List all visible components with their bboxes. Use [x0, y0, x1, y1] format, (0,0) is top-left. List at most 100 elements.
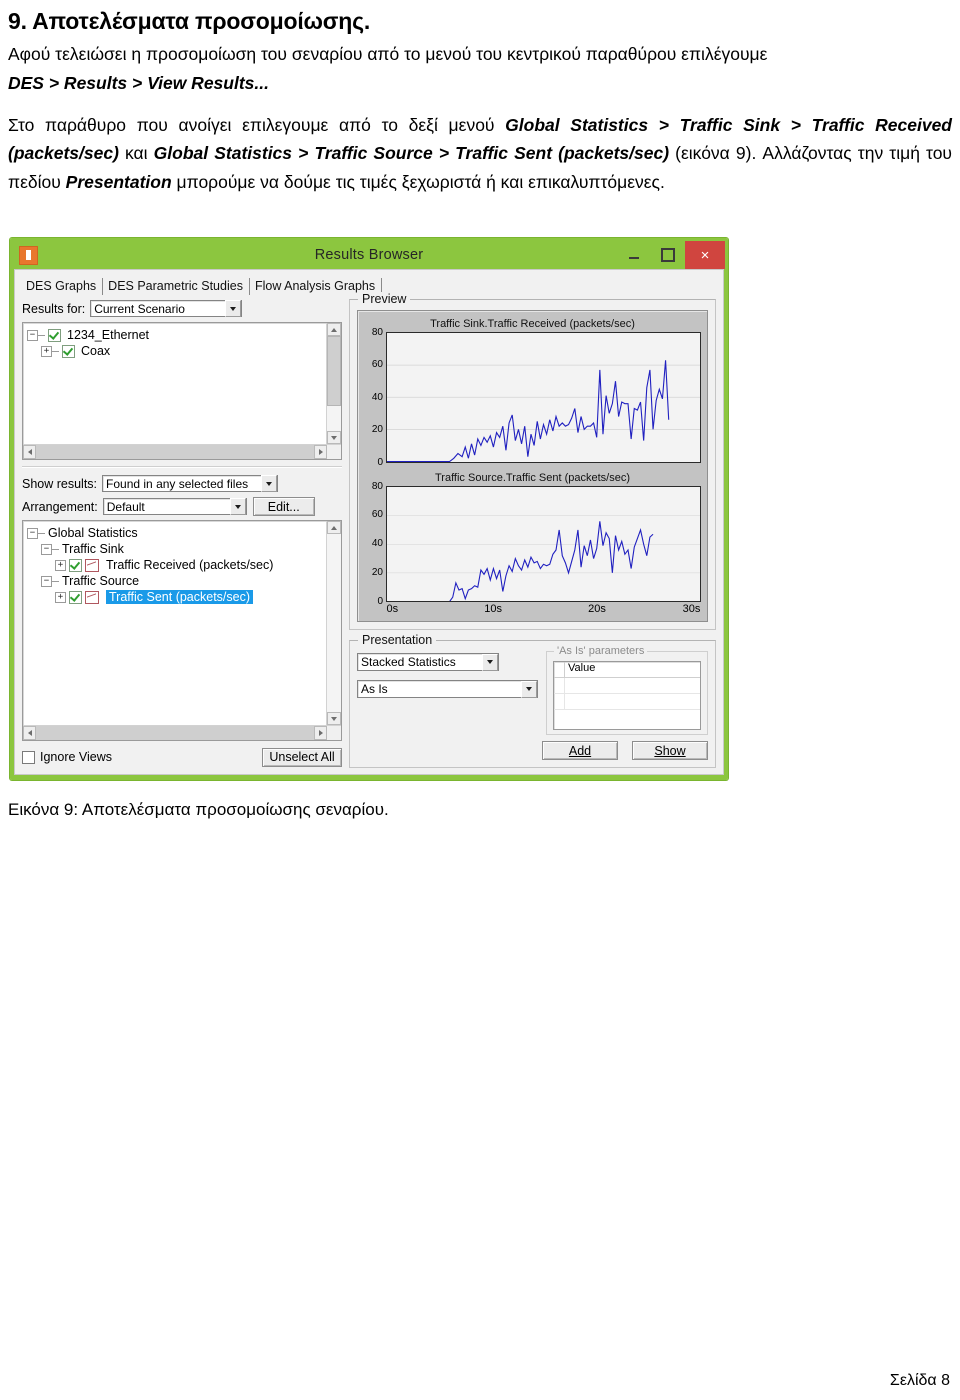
scroll-up-icon[interactable] — [327, 323, 341, 336]
horizontal-scrollbar[interactable] — [23, 444, 341, 459]
add-button[interactable]: Add — [542, 741, 618, 760]
xtick: 0s — [386, 603, 399, 615]
chevron-down-icon[interactable] — [261, 475, 278, 492]
presentation-mode-dropdown[interactable]: Stacked Statistics — [357, 653, 499, 671]
arrangement-label: Arrangement: — [22, 499, 98, 514]
minimize-icon[interactable] — [617, 241, 651, 269]
chart-title: Traffic Source.Traffic Sent (packets/sec… — [434, 471, 630, 484]
scroll-down-icon[interactable] — [327, 712, 341, 725]
tab-des-graphs[interactable]: DES Graphs — [22, 278, 104, 295]
scrollbar-thumb[interactable] — [327, 336, 341, 406]
ytick: 60 — [371, 509, 383, 521]
scenario-tree-box[interactable]: − 1234_Ethernet + Coax — [22, 322, 342, 460]
vertical-scrollbar[interactable] — [326, 521, 341, 725]
scroll-up-icon[interactable] — [327, 521, 341, 534]
vertical-scrollbar[interactable] — [326, 323, 341, 444]
arrangement-dropdown[interactable]: Default — [102, 498, 247, 515]
tab-des-parametric-studies[interactable]: DES Parametric Studies — [103, 278, 250, 295]
tree-node-label: Coax — [81, 344, 111, 358]
close-icon[interactable]: × — [685, 241, 725, 269]
presentation-field-mention: Presentation — [65, 171, 172, 192]
presentation-buttons: Add Show — [357, 741, 708, 760]
tree-node-traffic-received[interactable]: + Traffic Received (packets/sec) — [55, 557, 324, 573]
scenario-tree[interactable]: − 1234_Ethernet + Coax — [23, 323, 326, 444]
tree-node-label: Traffic Sent (packets/sec) — [106, 590, 254, 604]
as-is-parameters-table[interactable]: Value — [553, 661, 701, 730]
horizontal-scrollbar[interactable] — [23, 725, 341, 740]
paragraph-2: Στο παράθυρο που ανοίγει επιλεγουμε από … — [8, 111, 954, 196]
presentation-group-title: Presentation — [358, 633, 437, 647]
tree-node-traffic-source[interactable]: − Traffic Source — [41, 573, 324, 589]
tree-node-coax[interactable]: + Coax — [41, 343, 324, 359]
table-row[interactable] — [554, 678, 700, 694]
expander-icon[interactable]: + — [55, 559, 66, 571]
tree-node-traffic-sink[interactable]: − Traffic Sink — [41, 541, 324, 557]
graph-icon — [85, 590, 99, 604]
chart-0-yaxis: 80 60 40 20 0 — [364, 327, 386, 468]
edit-button[interactable]: Edit... — [252, 497, 315, 516]
tree-node-label: 1234_Ethernet — [67, 328, 150, 342]
scroll-right-icon[interactable] — [314, 445, 327, 459]
unselect-all-button[interactable]: Unselect All — [262, 747, 342, 767]
ytick: 0 — [377, 596, 383, 607]
as-is-value: As Is — [361, 682, 388, 696]
expander-icon[interactable]: + — [55, 591, 66, 603]
tree-node-label: Traffic Received (packets/sec) — [106, 558, 274, 572]
checkbox-icon[interactable] — [62, 344, 75, 358]
chevron-down-icon[interactable] — [482, 653, 498, 671]
chart-0-plot — [386, 332, 701, 463]
as-is-parameters-title: 'As Is' parameters — [554, 645, 648, 657]
expander-icon[interactable]: − — [41, 575, 52, 587]
document-text-block: 9. Αποτελέσματα προσομοίωσης. Αφού τελει… — [0, 0, 960, 196]
chevron-down-icon[interactable] — [521, 680, 537, 698]
expander-icon[interactable]: − — [41, 543, 52, 555]
arrangement-row: Arrangement: Default Edit... — [22, 497, 342, 516]
show-button[interactable]: Show — [632, 741, 708, 760]
table-row[interactable] — [554, 694, 700, 710]
chart-0-svg — [387, 333, 700, 462]
checkbox-icon[interactable] — [48, 328, 61, 342]
paragraph-1: Αφού τελειώσει η προσομοίωση του σεναρίο… — [8, 40, 954, 97]
chart-traffic-received: Traffic Sink.Traffic Received (packets/s… — [364, 315, 701, 468]
left-bottom-row: Ignore Views Unselect All — [22, 746, 342, 768]
tree-node-global-statistics[interactable]: − Global Statistics — [27, 525, 324, 541]
page-title: 9. Αποτελέσματα προσομοίωσης. — [8, 8, 371, 34]
preview-group: Preview Traffic Sink.Traffic Received (p… — [349, 292, 716, 630]
chart-1-xaxis: 0s 10s 20s 30s — [386, 602, 701, 616]
scroll-left-icon[interactable] — [23, 445, 36, 459]
scrollbar-track[interactable] — [36, 445, 314, 459]
expander-icon[interactable]: + — [41, 345, 52, 357]
checkbox-icon[interactable] — [69, 590, 82, 604]
window-client-area: DES Graphs DES Parametric Studies Flow A… — [14, 269, 724, 775]
chart-1-plot — [386, 485, 701, 602]
title-bar[interactable]: Results Browser × — [13, 241, 725, 269]
statistics-tree[interactable]: − Global Statistics − Traffic Sink + Tra… — [23, 521, 326, 725]
show-results-dropdown[interactable]: Found in any selected files — [102, 475, 279, 492]
scrollbar-track[interactable] — [36, 726, 314, 740]
ignore-views-checkbox[interactable] — [22, 750, 35, 764]
maximize-icon[interactable] — [651, 241, 685, 269]
preview-canvas[interactable]: Traffic Sink.Traffic Received (packets/s… — [357, 310, 708, 622]
expander-icon[interactable]: − — [27, 329, 38, 341]
scroll-left-icon[interactable] — [23, 726, 36, 740]
ytick: 60 — [371, 359, 383, 371]
tree-node-traffic-sent[interactable]: + Traffic Sent (packets/sec) — [55, 589, 324, 605]
tree-node-1234-ethernet[interactable]: − 1234_Ethernet — [27, 327, 324, 343]
divider — [22, 466, 342, 468]
menu-path-des-results: DES > Results > View Results... — [8, 72, 269, 93]
scroll-right-icon[interactable] — [314, 726, 327, 740]
scroll-down-icon[interactable] — [327, 431, 341, 444]
xtick: 10s — [484, 603, 502, 615]
tree-node-label: Traffic Source — [62, 574, 140, 588]
page-footer: Σελίδα 8 — [889, 1372, 950, 1389]
statistics-tree-box[interactable]: − Global Statistics − Traffic Sink + Tra… — [22, 520, 342, 741]
chevron-down-icon[interactable] — [225, 300, 242, 317]
ignore-views-label: Ignore Views — [40, 750, 113, 764]
as-is-dropdown[interactable]: As Is — [357, 680, 538, 698]
chevron-down-icon[interactable] — [229, 498, 246, 515]
results-for-dropdown[interactable]: Current Scenario — [90, 300, 243, 317]
expander-icon[interactable]: − — [27, 527, 38, 539]
arrangement-value: Default — [106, 499, 145, 514]
checkbox-icon[interactable] — [69, 558, 82, 572]
results-for-label: Results for: — [22, 301, 86, 316]
